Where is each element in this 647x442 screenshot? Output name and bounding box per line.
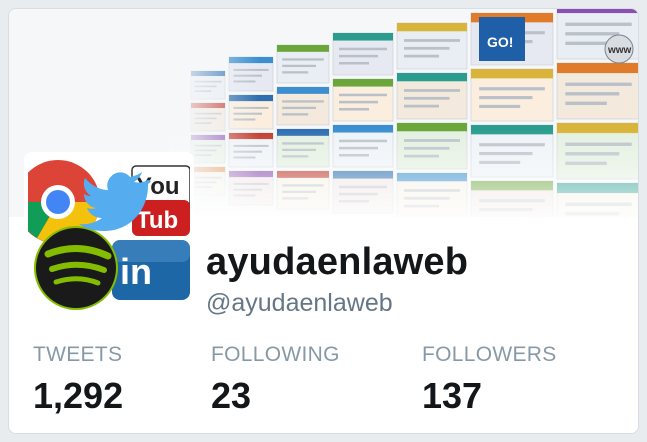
profile-card: GO! www You Tub in ayudaenlaweb @ayudaen…	[8, 8, 639, 434]
stat-label: TWEETS	[33, 343, 123, 366]
banner-www-tile: www	[604, 34, 634, 64]
stat-label: FOLLOWERS	[422, 343, 557, 366]
banner-thumbnail	[556, 62, 638, 120]
banner-thumbnail	[276, 86, 330, 126]
svg-text:www: www	[607, 45, 632, 56]
spotify-icon	[34, 226, 118, 310]
svg-text:Tub: Tub	[136, 207, 178, 234]
stat-value: 137	[422, 375, 483, 416]
banner-thumbnail	[332, 78, 394, 122]
linkedin-icon: in	[112, 240, 190, 300]
stat-value: 1,292	[33, 375, 124, 416]
banner-thumbnail	[396, 72, 468, 120]
svg-text:GO!: GO!	[487, 34, 513, 50]
banner-go-tile: GO!	[479, 17, 525, 61]
banner-thumbnail	[396, 22, 468, 70]
display-name[interactable]: ayudaenlaweb	[206, 241, 468, 284]
svg-text:in: in	[120, 251, 152, 292]
stat-following[interactable]: FOLLOWING 23	[211, 343, 340, 417]
banner-thumbnail	[276, 44, 330, 84]
stat-label: FOLLOWING	[211, 343, 340, 366]
user-handle[interactable]: @ayudaenlaweb	[206, 289, 393, 318]
banner-thumbnail	[470, 68, 554, 122]
profile-avatar[interactable]: You Tub in	[24, 152, 194, 322]
stat-value: 23	[211, 375, 252, 416]
banner-thumbnail	[332, 32, 394, 76]
stat-tweets[interactable]: TWEETS 1,292	[33, 343, 123, 417]
stat-followers[interactable]: FOLLOWERS 137	[422, 343, 557, 417]
